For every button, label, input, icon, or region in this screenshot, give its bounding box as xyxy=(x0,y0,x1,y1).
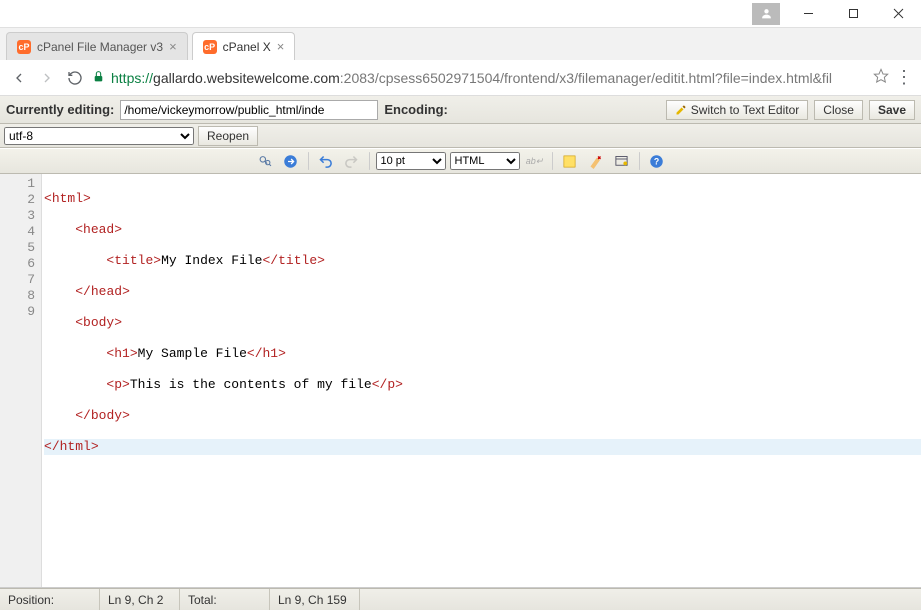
window-close-button[interactable] xyxy=(876,0,921,28)
switch-to-text-editor-button[interactable]: Switch to Text Editor xyxy=(666,100,809,120)
encoding-bar: utf-8 Reopen xyxy=(0,124,921,148)
reopen-button[interactable]: Reopen xyxy=(198,126,258,146)
undo-icon[interactable] xyxy=(315,151,337,171)
back-icon[interactable] xyxy=(8,67,30,89)
pencil-icon xyxy=(675,104,687,116)
cpanel-favicon-icon: cP xyxy=(17,40,31,54)
redo-icon[interactable] xyxy=(341,151,363,171)
goto-line-icon[interactable] xyxy=(280,151,302,171)
browser-address-bar: https://gallardo.websitewelcome.com:2083… xyxy=(0,60,921,96)
preferences-icon[interactable] xyxy=(611,151,633,171)
window-maximize-button[interactable] xyxy=(831,0,876,28)
word-wrap-icon[interactable]: ab↵ xyxy=(524,151,546,171)
line-number-gutter: 1 2 3 4 5 6 7 8 9 xyxy=(0,174,42,587)
status-bar: Position: Ln 9, Ch 2 Total: Ln 9, Ch 159 xyxy=(0,588,921,610)
currently-editing-label: Currently editing: xyxy=(0,102,120,117)
browser-tabstrip: cP cPanel File Manager v3 × cP cPanel X … xyxy=(0,28,921,60)
encoding-select[interactable]: utf-8 xyxy=(4,127,194,145)
close-button[interactable]: Close xyxy=(814,100,863,120)
syntax-select[interactable]: HTML xyxy=(450,152,520,170)
help-icon[interactable]: ? xyxy=(646,151,668,171)
window-titlebar xyxy=(0,0,921,28)
total-value: Ln 9, Ch 159 xyxy=(270,589,360,610)
user-profile-icon[interactable] xyxy=(752,3,780,25)
encoding-label: Encoding: xyxy=(378,102,454,117)
bookmark-star-icon[interactable] xyxy=(873,68,889,87)
editor-toolbar: 10 pt HTML ab↵ ? xyxy=(0,148,921,174)
forward-icon[interactable] xyxy=(36,67,58,89)
position-value: Ln 9, Ch 2 xyxy=(100,589,180,610)
total-label: Total: xyxy=(180,589,270,610)
close-icon[interactable]: × xyxy=(169,39,177,54)
tab-label: cPanel File Manager v3 xyxy=(37,40,163,54)
url-display[interactable]: https://gallardo.websitewelcome.com:2083… xyxy=(111,70,867,86)
file-path-input[interactable] xyxy=(120,100,378,120)
svg-text:?: ? xyxy=(654,156,659,166)
tab-label: cPanel X xyxy=(223,40,271,54)
close-icon[interactable]: × xyxy=(277,39,285,54)
code-area[interactable]: <html> <head> <title>My Index File</titl… xyxy=(42,174,921,587)
find-icon[interactable] xyxy=(254,151,276,171)
browser-tab-inactive[interactable]: cP cPanel File Manager v3 × xyxy=(6,32,188,60)
highlight-icon[interactable] xyxy=(559,151,581,171)
menu-dots-icon[interactable]: ⋮ xyxy=(895,67,913,88)
reload-icon[interactable] xyxy=(64,67,86,89)
save-button[interactable]: Save xyxy=(869,100,915,120)
clear-icon[interactable] xyxy=(585,151,607,171)
window-minimize-button[interactable] xyxy=(786,0,831,28)
cpanel-favicon-icon: cP xyxy=(203,40,217,54)
lock-icon xyxy=(92,70,105,86)
position-label: Position: xyxy=(0,589,100,610)
code-editor[interactable]: 1 2 3 4 5 6 7 8 9 <html> <head> <title>M… xyxy=(0,174,921,588)
browser-tab-active[interactable]: cP cPanel X × xyxy=(192,32,296,60)
editor-header-bar: Currently editing: Encoding: Switch to T… xyxy=(0,96,921,124)
font-size-select[interactable]: 10 pt xyxy=(376,152,446,170)
